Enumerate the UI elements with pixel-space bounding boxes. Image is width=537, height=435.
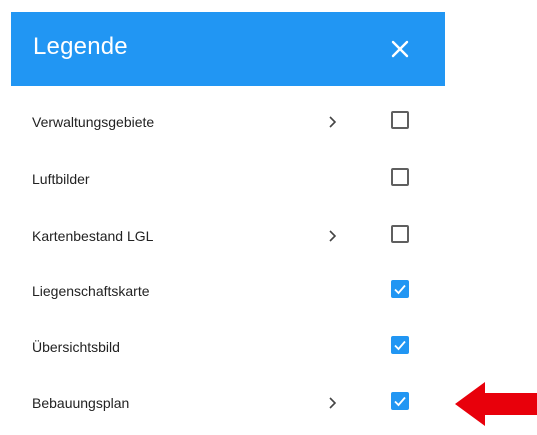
- legend-item-luftbilder: Luftbilder: [11, 152, 445, 206]
- legend-item-label: Bebauungsplan: [32, 395, 130, 411]
- layer-checkbox-checked[interactable]: [391, 280, 409, 298]
- layer-checkbox-checked[interactable]: [391, 392, 409, 410]
- legend-item-label: Liegenschaftskarte: [32, 283, 150, 299]
- legend-item-label: Luftbilder: [32, 171, 90, 187]
- legend-item-label: Kartenbestand LGL: [32, 228, 154, 244]
- legend-item-label: Übersichtsbild: [32, 339, 120, 355]
- layer-checkbox[interactable]: [391, 168, 409, 186]
- layer-checkbox[interactable]: [391, 111, 409, 129]
- legend-item-verwaltungsgebiete: Verwaltungsgebiete: [11, 95, 445, 149]
- legend-item-bebauungsplan: Bebauungsplan: [11, 376, 445, 430]
- red-arrow-icon: [455, 378, 537, 430]
- legend-item-uebersichtsbild: Übersichtsbild: [11, 320, 445, 374]
- legend-title: Legende: [33, 33, 128, 60]
- chevron-right-icon[interactable]: [327, 395, 339, 411]
- legend-item-liegenschaftskarte: Liegenschaftskarte: [11, 264, 445, 318]
- chevron-right-icon[interactable]: [327, 228, 339, 244]
- legend-item-label: Verwaltungsgebiete: [32, 114, 155, 130]
- layer-checkbox-checked[interactable]: [391, 336, 409, 354]
- chevron-right-icon[interactable]: [327, 114, 339, 130]
- close-icon[interactable]: [385, 34, 415, 64]
- legend-item-kartenbestand-lgl: Kartenbestand LGL: [11, 209, 445, 263]
- legend-header: Legende: [11, 12, 445, 86]
- legend-panel: Legende Verwaltungsgebiete Luftbilder Ka…: [11, 12, 445, 430]
- layer-checkbox[interactable]: [391, 225, 409, 243]
